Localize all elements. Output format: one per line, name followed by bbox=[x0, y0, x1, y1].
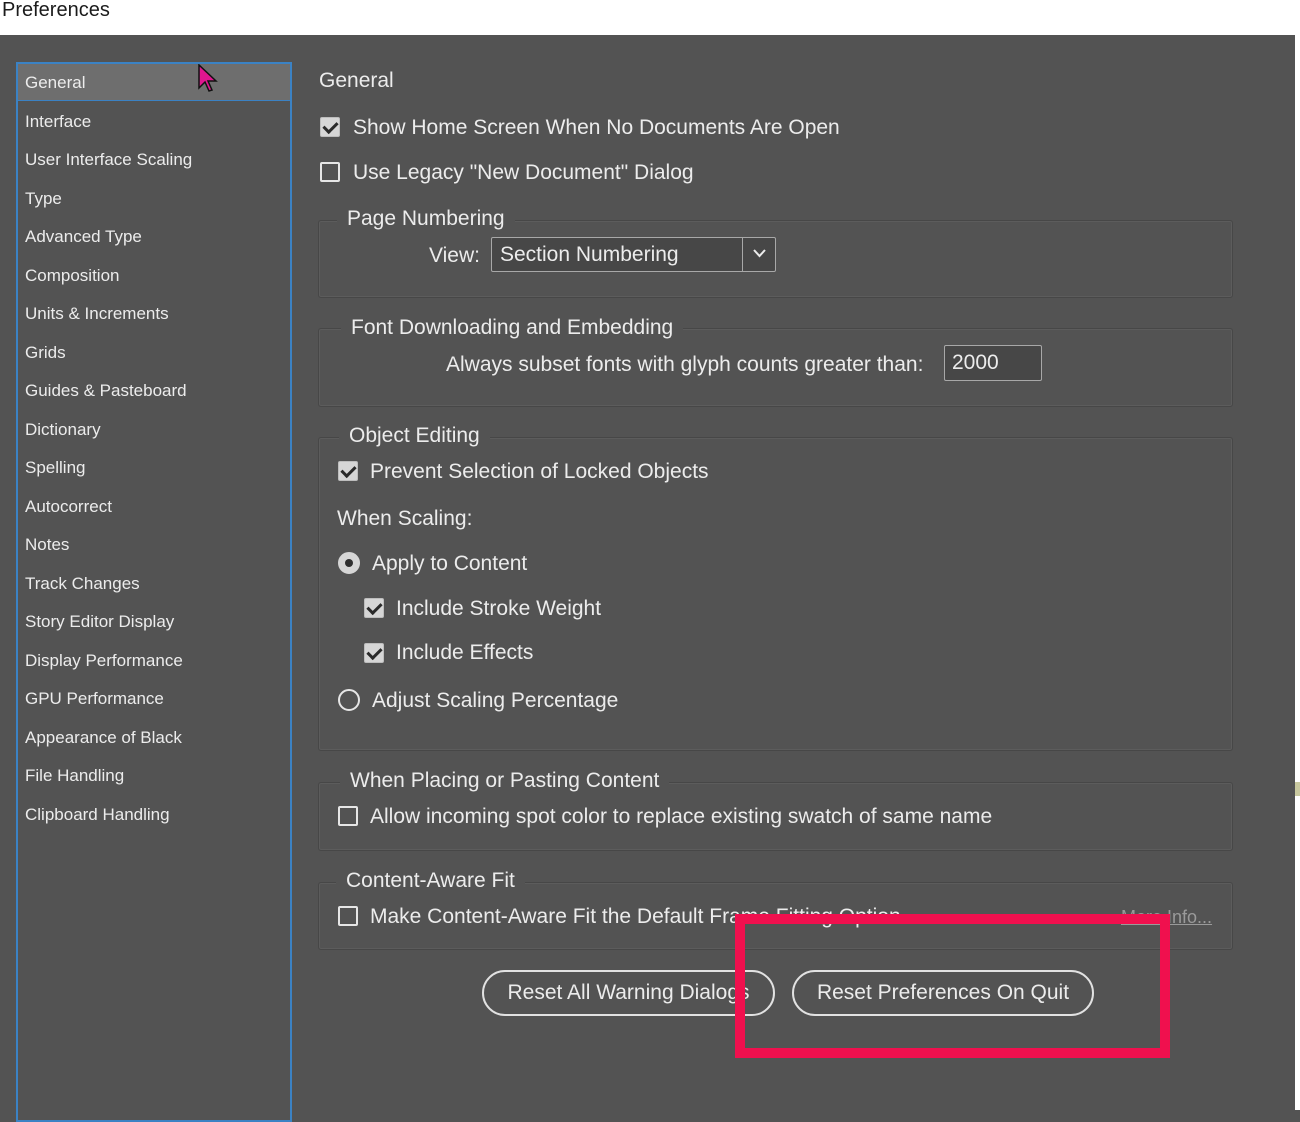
allow-spot-color-label: Allow incoming spot color to replace exi… bbox=[370, 805, 993, 828]
subset-fonts-input[interactable] bbox=[944, 345, 1042, 381]
sidebar-item-units-increments[interactable]: Units & Increments bbox=[18, 295, 290, 332]
allow-spot-color-checkbox[interactable] bbox=[338, 806, 358, 826]
view-label: View: bbox=[429, 244, 480, 267]
when-scaling-label: When Scaling: bbox=[337, 507, 473, 530]
sidebar-item-interface[interactable]: Interface bbox=[18, 103, 290, 140]
sidebar-item-display-performance[interactable]: Display Performance bbox=[18, 642, 290, 679]
adjust-scaling-radio[interactable] bbox=[338, 689, 360, 711]
sidebar-item-file-handling[interactable]: File Handling bbox=[18, 757, 290, 794]
sidebar-item-gpu-performance[interactable]: GPU Performance bbox=[18, 680, 290, 717]
reset-warning-dialogs-button[interactable]: Reset All Warning Dialogs bbox=[482, 970, 775, 1016]
page-numbering-legend: Page Numbering bbox=[337, 207, 515, 231]
window-edge bbox=[1295, 0, 1300, 1110]
prevent-selection-checkbox[interactable] bbox=[338, 461, 358, 481]
page-numbering-view-select[interactable]: Section Numbering bbox=[491, 237, 776, 272]
sidebar-item-guides-pasteboard[interactable]: Guides & Pasteboard bbox=[18, 372, 290, 409]
include-effects-checkbox[interactable] bbox=[364, 643, 384, 663]
chevron-down-icon bbox=[742, 238, 775, 271]
sidebar-item-autocorrect[interactable]: Autocorrect bbox=[18, 488, 290, 525]
use-legacy-dialog-checkbox[interactable] bbox=[320, 162, 340, 182]
page-numbering-view-value: Section Numbering bbox=[500, 243, 679, 266]
sidebar-item-spelling[interactable]: Spelling bbox=[18, 449, 290, 486]
content-aware-fit-legend: Content-Aware Fit bbox=[336, 869, 525, 893]
subset-fonts-label: Always subset fonts with glyph counts gr… bbox=[446, 353, 924, 376]
include-stroke-weight-checkbox[interactable] bbox=[364, 598, 384, 618]
object-editing-legend: Object Editing bbox=[339, 424, 490, 448]
window-title: Preferences bbox=[2, 0, 110, 21]
highlight-annotation-box bbox=[735, 914, 1170, 1058]
sidebar-item-appearance-of-black[interactable]: Appearance of Black bbox=[18, 719, 290, 756]
use-legacy-dialog-label: Use Legacy "New Document" Dialog bbox=[353, 161, 694, 184]
content-aware-default-checkbox[interactable] bbox=[338, 906, 358, 926]
sidebar-item-story-editor-display[interactable]: Story Editor Display bbox=[18, 603, 290, 640]
show-home-screen-checkbox[interactable] bbox=[320, 117, 340, 137]
sidebar-item-type[interactable]: Type bbox=[18, 180, 290, 217]
title-bar: Preferences bbox=[0, 0, 1295, 35]
sidebar-item-dictionary[interactable]: Dictionary bbox=[18, 411, 290, 448]
font-downloading-legend: Font Downloading and Embedding bbox=[341, 316, 684, 340]
apply-to-content-label: Apply to Content bbox=[372, 552, 528, 575]
edge-marker bbox=[1295, 782, 1300, 796]
sidebar-item-user-interface-scaling[interactable]: User Interface Scaling bbox=[18, 141, 290, 178]
adjust-scaling-label: Adjust Scaling Percentage bbox=[372, 689, 619, 712]
sidebar-item-track-changes[interactable]: Track Changes bbox=[18, 565, 290, 602]
sidebar-item-general[interactable]: General bbox=[18, 64, 290, 101]
sidebar-item-notes[interactable]: Notes bbox=[18, 526, 290, 563]
mouse-cursor-icon bbox=[198, 64, 218, 92]
apply-to-content-radio[interactable] bbox=[338, 552, 360, 574]
sidebar-item-grids[interactable]: Grids bbox=[18, 334, 290, 371]
include-effects-label: Include Effects bbox=[396, 641, 534, 664]
prevent-selection-label: Prevent Selection of Locked Objects bbox=[370, 460, 709, 483]
page-title: General bbox=[319, 69, 394, 92]
preferences-sidebar: General Interface User Interface Scaling… bbox=[16, 62, 292, 1122]
placing-pasting-legend: When Placing or Pasting Content bbox=[340, 769, 670, 793]
sidebar-item-clipboard-handling[interactable]: Clipboard Handling bbox=[18, 796, 290, 833]
include-stroke-weight-label: Include Stroke Weight bbox=[396, 597, 602, 620]
sidebar-item-composition[interactable]: Composition bbox=[18, 257, 290, 294]
sidebar-item-advanced-type[interactable]: Advanced Type bbox=[18, 218, 290, 255]
show-home-screen-label: Show Home Screen When No Documents Are O… bbox=[353, 116, 840, 139]
